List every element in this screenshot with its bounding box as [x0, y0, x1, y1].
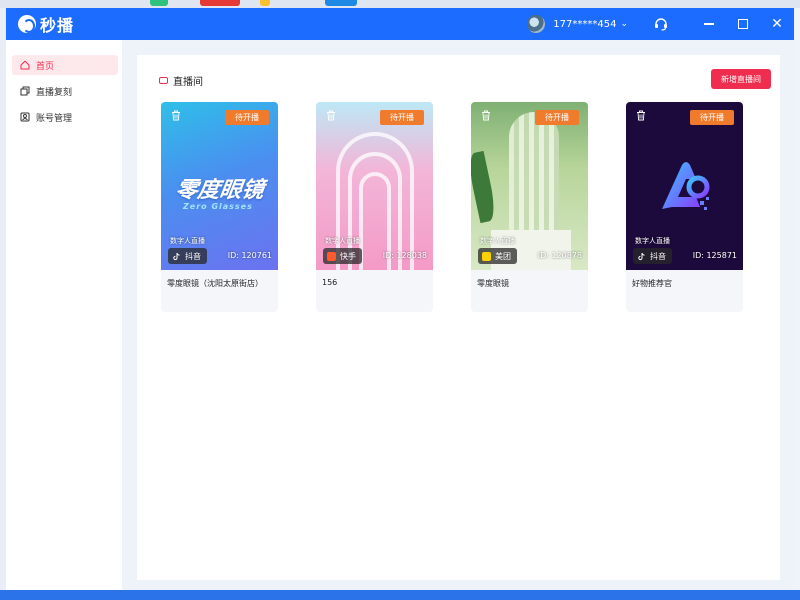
- title-bar[interactable]: 秒播 177*****454 ⌄ ✕: [6, 8, 794, 40]
- live-room-card[interactable]: 零度眼镜 Zero Glasses 待开播 数字人直播 抖音 ID: 12076…: [161, 102, 278, 312]
- sidebar-item-home[interactable]: 首页: [12, 55, 118, 75]
- avatar[interactable]: [527, 15, 546, 33]
- digital-human-tag: 数字人直播: [480, 237, 515, 245]
- headset-icon[interactable]: [654, 17, 668, 31]
- thumbnail-art-subtitle: Zero Glasses: [183, 202, 253, 211]
- trash-icon[interactable]: [326, 110, 336, 121]
- user-account-label[interactable]: 177*****454: [553, 19, 616, 30]
- add-live-room-button[interactable]: 新增直播间: [711, 69, 771, 89]
- sidebar-item-live-replicate[interactable]: 直播复刻: [12, 81, 118, 101]
- trash-icon[interactable]: [171, 110, 181, 121]
- platform-name: 美团: [495, 251, 511, 261]
- sidebar-item-label: 账号管理: [36, 113, 73, 124]
- minimize-icon: [704, 23, 714, 25]
- platform-badge: 美团: [478, 248, 517, 264]
- meituan-icon: [482, 251, 491, 261]
- account-icon: [20, 112, 30, 122]
- room-id: ID: 120761: [227, 251, 272, 260]
- chevron-down-icon[interactable]: ⌄: [620, 19, 628, 29]
- kuaishou-icon: [327, 251, 336, 261]
- desktop-taskbar-top: [0, 0, 800, 8]
- platform-name: 抖音: [650, 251, 666, 261]
- page-title-text: 直播间: [173, 77, 203, 88]
- app-name: 秒播: [40, 16, 75, 35]
- status-badge: 待开播: [535, 110, 579, 125]
- minimize-button[interactable]: [692, 8, 726, 40]
- maximize-button[interactable]: [726, 8, 760, 40]
- status-badge: 待开播: [225, 110, 269, 125]
- live-room-icon: [159, 77, 168, 84]
- room-id: ID: 120878: [537, 251, 582, 260]
- trash-icon[interactable]: [636, 110, 646, 121]
- platform-name: 抖音: [185, 251, 201, 261]
- status-badge: 待开播: [690, 110, 734, 125]
- room-name: 零度眼镜（沈阳太原街店）: [167, 279, 263, 288]
- live-room-card[interactable]: 待开播 数字人直播 抖音 ID: 125871 好物推荐官: [626, 102, 743, 312]
- close-button[interactable]: ✕: [760, 8, 794, 40]
- live-room-card[interactable]: 待开播 数字人直播 快手 ID: 128038 156: [316, 102, 433, 312]
- room-name: 零度眼镜: [477, 279, 509, 288]
- close-icon: ✕: [771, 16, 783, 32]
- live-room-card[interactable]: 待开播 数字人直播 美团 ID: 120878 零度眼镜: [471, 102, 588, 312]
- page-title: 直播间: [159, 73, 203, 88]
- thumbnail-logo: [662, 162, 710, 210]
- douyin-icon: [638, 252, 645, 260]
- digital-human-tag: 数字人直播: [170, 237, 205, 245]
- trash-icon[interactable]: [481, 110, 491, 121]
- sidebar-item-account[interactable]: 账号管理: [12, 107, 118, 127]
- status-badge: 待开播: [380, 110, 424, 125]
- desktop-right-edge: [794, 8, 800, 590]
- logo-icon: [18, 15, 36, 33]
- digital-human-tag: 数字人直播: [635, 237, 670, 245]
- digital-human-tag: 数字人直播: [325, 237, 360, 245]
- sidebar: 首页 直播复刻 账号管理: [6, 40, 122, 590]
- copy-icon: [20, 86, 30, 96]
- desktop-taskbar-bottom: [0, 590, 800, 600]
- platform-badge: 抖音: [168, 248, 207, 264]
- app-window: 秒播 177*****454 ⌄ ✕ 首页 直播复刻 账号管理 直播间 新增直播…: [6, 8, 794, 590]
- home-icon: [20, 60, 30, 70]
- sidebar-item-label: 直播复刻: [36, 87, 73, 98]
- room-id: ID: 125871: [692, 251, 737, 260]
- platform-badge: 快手: [323, 248, 362, 264]
- platform-name: 快手: [340, 251, 356, 261]
- sidebar-item-label: 首页: [36, 61, 55, 72]
- maximize-icon: [738, 19, 748, 29]
- platform-badge: 抖音: [633, 248, 672, 264]
- main-panel: 直播间 新增直播间 零度眼镜 Zero Glasses 待开播 数字人直播 抖音…: [137, 55, 780, 580]
- app-logo: 秒播: [18, 12, 74, 36]
- douyin-icon: [173, 252, 180, 260]
- room-id: ID: 128038: [382, 251, 427, 260]
- thumbnail-art-title: 零度眼镜: [173, 177, 266, 203]
- room-name: 156: [322, 278, 338, 287]
- room-name: 好物推荐官: [632, 279, 672, 288]
